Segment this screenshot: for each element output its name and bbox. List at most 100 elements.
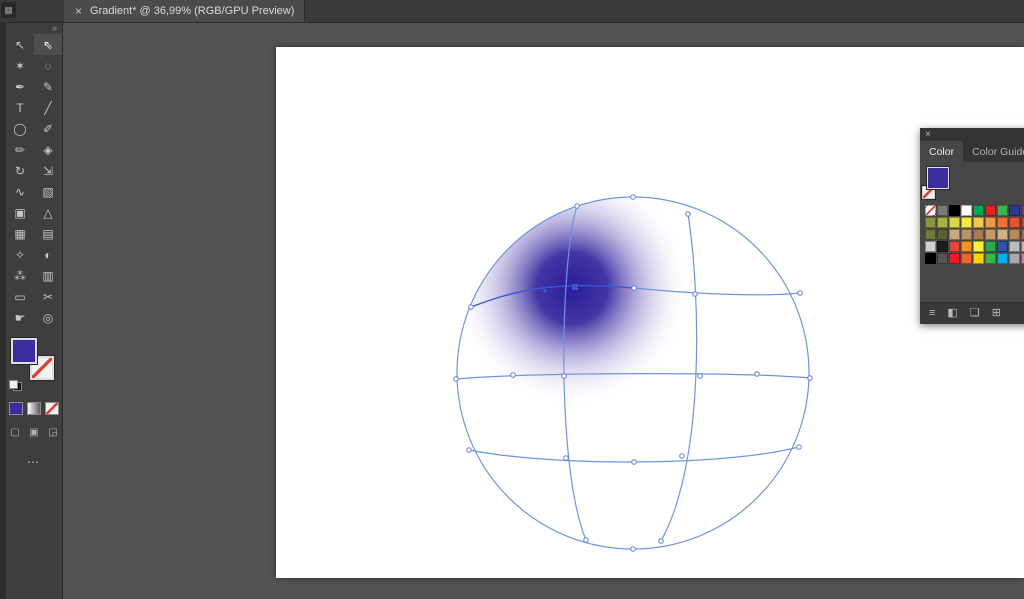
pencil-tool[interactable]: ✏	[6, 139, 34, 160]
swatch[interactable]	[997, 229, 1008, 240]
swatch[interactable]	[949, 241, 960, 252]
swatch[interactable]	[997, 241, 1008, 252]
tab-close-icon[interactable]: ×	[75, 5, 82, 17]
eyedropper-tool[interactable]: ✧	[6, 244, 34, 265]
swatch[interactable]	[937, 253, 948, 264]
tab-color[interactable]: Color	[920, 141, 963, 162]
mesh-anchor[interactable]	[808, 376, 813, 381]
shape-builder-tool[interactable]: ▣	[6, 202, 34, 223]
swatch-kinds-icon[interactable]: ◧	[947, 308, 957, 319]
mesh-anchor[interactable]	[511, 373, 516, 378]
mesh-anchor[interactable]	[632, 286, 637, 291]
swatch[interactable]	[961, 229, 972, 240]
swatch[interactable]	[949, 217, 960, 228]
swatch[interactable]	[985, 241, 996, 252]
swatch[interactable]	[1009, 229, 1020, 240]
tab-color-guide[interactable]: Color Guide	[963, 141, 1024, 162]
zoom-tool[interactable]: ◎	[34, 307, 62, 328]
hand-tool[interactable]: ☛	[6, 307, 34, 328]
edit-toolbar-button[interactable]: ⋯	[6, 455, 62, 469]
swatch[interactable]	[937, 241, 948, 252]
panel-close-icon[interactable]: ×	[925, 130, 931, 140]
paintbrush-tool[interactable]: ✐	[34, 118, 62, 139]
swatch[interactable]	[1009, 241, 1020, 252]
column-graph-tool[interactable]: ▥	[34, 265, 62, 286]
swatch[interactable]	[973, 229, 984, 240]
swatch[interactable]	[949, 253, 960, 264]
swatch[interactable]	[973, 253, 984, 264]
swatch[interactable]	[997, 205, 1008, 216]
mesh-anchor[interactable]	[467, 448, 472, 453]
swatch[interactable]	[973, 205, 984, 216]
mesh-handle[interactable]	[608, 283, 611, 286]
swatch[interactable]	[997, 217, 1008, 228]
mesh-anchor-selected[interactable]	[572, 284, 578, 290]
swatch[interactable]	[925, 217, 936, 228]
swatch[interactable]	[985, 229, 996, 240]
line-segment-tool[interactable]: ╱	[34, 97, 62, 118]
panel-collapse-icon[interactable]: ▦	[1, 2, 16, 18]
toolbar-collapse-icon[interactable]: »	[6, 22, 62, 34]
swatch[interactable]	[925, 229, 936, 240]
mesh-anchor[interactable]	[454, 377, 459, 382]
swatch[interactable]	[961, 217, 972, 228]
swatch[interactable]	[925, 241, 936, 252]
swatch[interactable]	[961, 205, 972, 216]
mesh-anchor[interactable]	[469, 305, 474, 310]
width-tool[interactable]: ∿	[6, 181, 34, 202]
swatch[interactable]	[949, 205, 960, 216]
mesh-tool[interactable]: ▦	[6, 223, 34, 244]
new-swatch-icon[interactable]: ⊞	[992, 308, 1001, 319]
swatch[interactable]	[961, 253, 972, 264]
draw-normal-button[interactable]: ▢	[8, 425, 23, 439]
swatch[interactable]	[985, 205, 996, 216]
swatch[interactable]	[1009, 205, 1020, 216]
mesh-anchor[interactable]	[755, 372, 760, 377]
blend-tool[interactable]: ◐	[34, 244, 62, 265]
draw-behind-button[interactable]: ▣	[27, 425, 42, 439]
default-fill-stroke-icon[interactable]	[9, 380, 22, 391]
swatch[interactable]	[1009, 253, 1020, 264]
mesh-anchor[interactable]	[797, 445, 802, 450]
type-tool[interactable]: T	[6, 97, 34, 118]
swatch[interactable]	[937, 217, 948, 228]
panel-fill-proxy[interactable]	[927, 167, 949, 189]
swatch[interactable]	[937, 205, 948, 216]
mesh-anchor[interactable]	[562, 374, 567, 379]
mesh-anchor[interactable]	[564, 456, 569, 461]
selection-tool[interactable]: ↖	[6, 34, 34, 55]
perspective-grid-tool[interactable]: △	[34, 202, 62, 223]
swatch[interactable]	[973, 241, 984, 252]
artboard-tool[interactable]: ▭	[6, 286, 34, 307]
mesh-handle[interactable]	[543, 289, 546, 292]
swatch[interactable]	[985, 217, 996, 228]
ellipse-tool[interactable]: ◯	[6, 118, 34, 139]
curvature-tool[interactable]: ✎	[34, 76, 62, 97]
magic-wand-tool[interactable]: ✶	[6, 55, 34, 76]
lasso-tool[interactable]: ◌	[34, 55, 62, 76]
swatch[interactable]	[973, 217, 984, 228]
mesh-anchor[interactable]	[686, 212, 691, 217]
document-tab[interactable]: × Gradient* @ 36,99% (RGB/GPU Preview)	[64, 0, 305, 22]
mesh-anchor[interactable]	[698, 374, 703, 379]
mesh-anchor[interactable]	[693, 292, 698, 297]
libraries-icon[interactable]: ≡	[929, 308, 935, 319]
mesh-anchor[interactable]	[584, 538, 589, 543]
mesh-anchor[interactable]	[680, 454, 685, 459]
slice-tool[interactable]: ✂	[34, 286, 62, 307]
mesh-anchor[interactable]	[631, 195, 636, 200]
mesh-anchor[interactable]	[631, 547, 636, 552]
draw-inside-button[interactable]: ◲	[46, 425, 61, 439]
new-color-group-icon[interactable]: ❏	[970, 308, 980, 319]
swatch[interactable]	[985, 253, 996, 264]
direct-selection-tool[interactable]: ⇖	[34, 34, 62, 55]
pen-tool[interactable]: ✒	[6, 76, 34, 97]
mesh-anchor[interactable]	[632, 460, 637, 465]
swatch[interactable]	[925, 253, 936, 264]
swatch-none[interactable]	[925, 205, 936, 216]
scale-tool[interactable]: ⇲	[34, 160, 62, 181]
mesh-anchor[interactable]	[575, 204, 580, 209]
mesh-anchor[interactable]	[798, 291, 803, 296]
mesh-anchor[interactable]	[659, 539, 664, 544]
gradient-button[interactable]	[27, 402, 41, 415]
